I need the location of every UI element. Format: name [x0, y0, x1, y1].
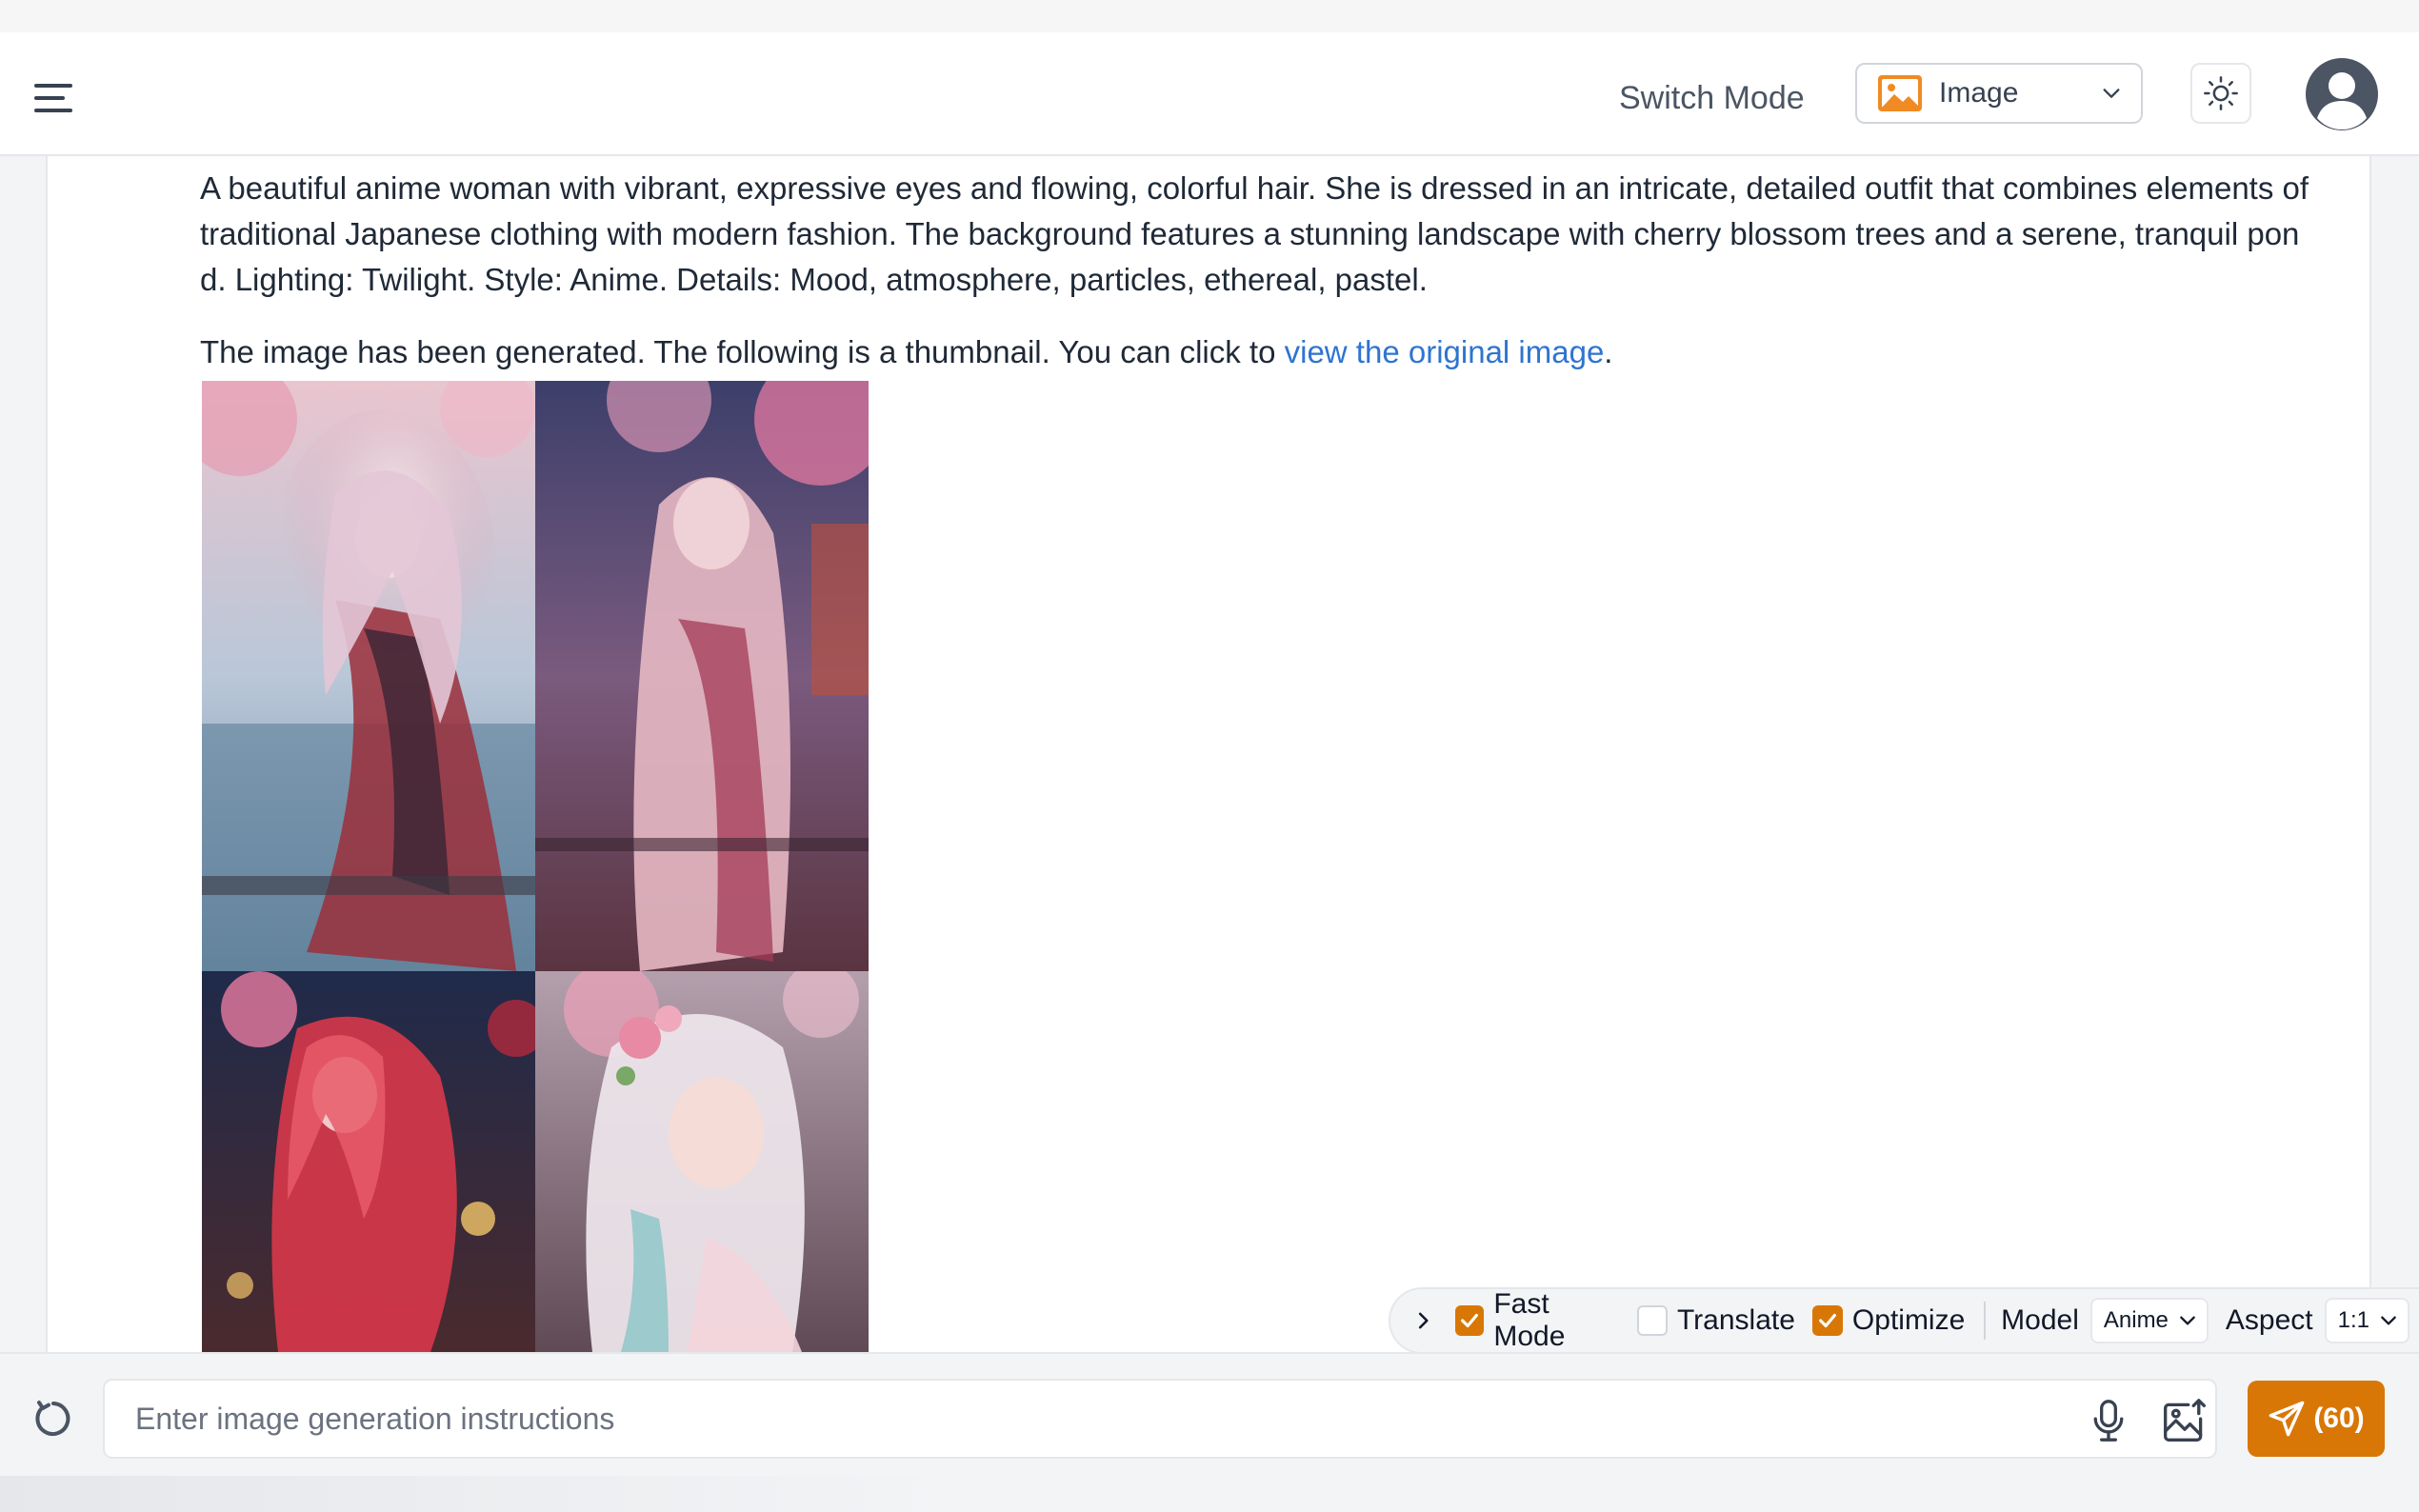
chevron-down-icon: [2180, 1316, 2195, 1325]
fast-mode-check[interactable]: [1455, 1305, 1485, 1336]
thumbnail-image-3[interactable]: [202, 971, 535, 1352]
check-icon: [1461, 1313, 1479, 1328]
optimize-check[interactable]: [1811, 1305, 1843, 1336]
app-header: Switch Mode Image: [0, 32, 2419, 156]
generation-status: The image has been generated. The follow…: [200, 329, 1612, 375]
menu-icon[interactable]: [34, 74, 88, 122]
optimize-label: Optimize: [1851, 1304, 1966, 1336]
translate-checkbox[interactable]: Translate: [1636, 1304, 1795, 1337]
chevron-down-icon: [2381, 1316, 2396, 1325]
model-label: Model: [2001, 1304, 2079, 1336]
aspect-select[interactable]: 1:1: [2324, 1298, 2409, 1343]
chevron-right-icon[interactable]: [1411, 1308, 1434, 1333]
composer-bar: (60): [0, 1352, 2419, 1476]
optimize-checkbox[interactable]: Optimize: [1811, 1304, 1966, 1337]
send-button-label: (60): [2313, 1403, 2365, 1434]
generation-status-suffix: .: [1604, 334, 1613, 369]
microphone-icon[interactable]: [2088, 1398, 2129, 1443]
thumbnail-image-2[interactable]: [535, 381, 869, 971]
send-icon: [2269, 1401, 2305, 1437]
sun-icon: [2204, 76, 2238, 110]
chat-content: A beautiful anime woman with vibrant, ex…: [46, 156, 2371, 1352]
translate-label: Translate: [1676, 1304, 1795, 1336]
switch-mode-label: Switch Mode: [1619, 80, 1805, 116]
chevron-down-icon: [2103, 89, 2120, 98]
check-icon: [1818, 1313, 1836, 1328]
model-select[interactable]: Anime: [2089, 1298, 2209, 1343]
view-original-link[interactable]: view the original image: [1285, 334, 1605, 369]
mode-select[interactable]: Image: [1855, 63, 2143, 124]
aspect-label: Aspect: [2225, 1304, 2313, 1336]
fast-mode-checkbox[interactable]: Fast Mode: [1455, 1288, 1620, 1353]
options-bar: Fast Mode Translate Optimize Model Anime…: [1389, 1287, 2419, 1354]
send-button[interactable]: (60): [2248, 1381, 2385, 1457]
fast-mode-label: Fast Mode: [1493, 1288, 1566, 1352]
options-divider: [1984, 1302, 1987, 1340]
prompt-input-box[interactable]: [103, 1379, 2217, 1459]
refresh-icon[interactable]: [30, 1396, 76, 1442]
user-avatar-icon[interactable]: [2305, 57, 2379, 131]
image-upload-icon[interactable]: [2162, 1398, 2208, 1443]
prompt-message: A beautiful anime woman with vibrant, ex…: [200, 170, 2309, 297]
window-bottom-strip: [0, 1476, 2419, 1512]
thumbnail-grid[interactable]: [202, 381, 869, 1352]
model-select-value: Anime: [2103, 1307, 2169, 1333]
theme-toggle-button[interactable]: [2190, 63, 2251, 124]
prompt-input[interactable]: [105, 1381, 2067, 1457]
aspect-select-value: 1:1: [2337, 1307, 2369, 1333]
translate-check[interactable]: [1636, 1305, 1668, 1336]
image-icon: [1878, 75, 1922, 111]
window-top-strip: [0, 0, 2419, 32]
mode-select-value: Image: [1939, 77, 2019, 109]
thumbnail-image-4[interactable]: [535, 971, 869, 1352]
generation-status-text: The image has been generated. The follow…: [200, 334, 1285, 369]
thumbnail-image-1[interactable]: [202, 381, 535, 971]
